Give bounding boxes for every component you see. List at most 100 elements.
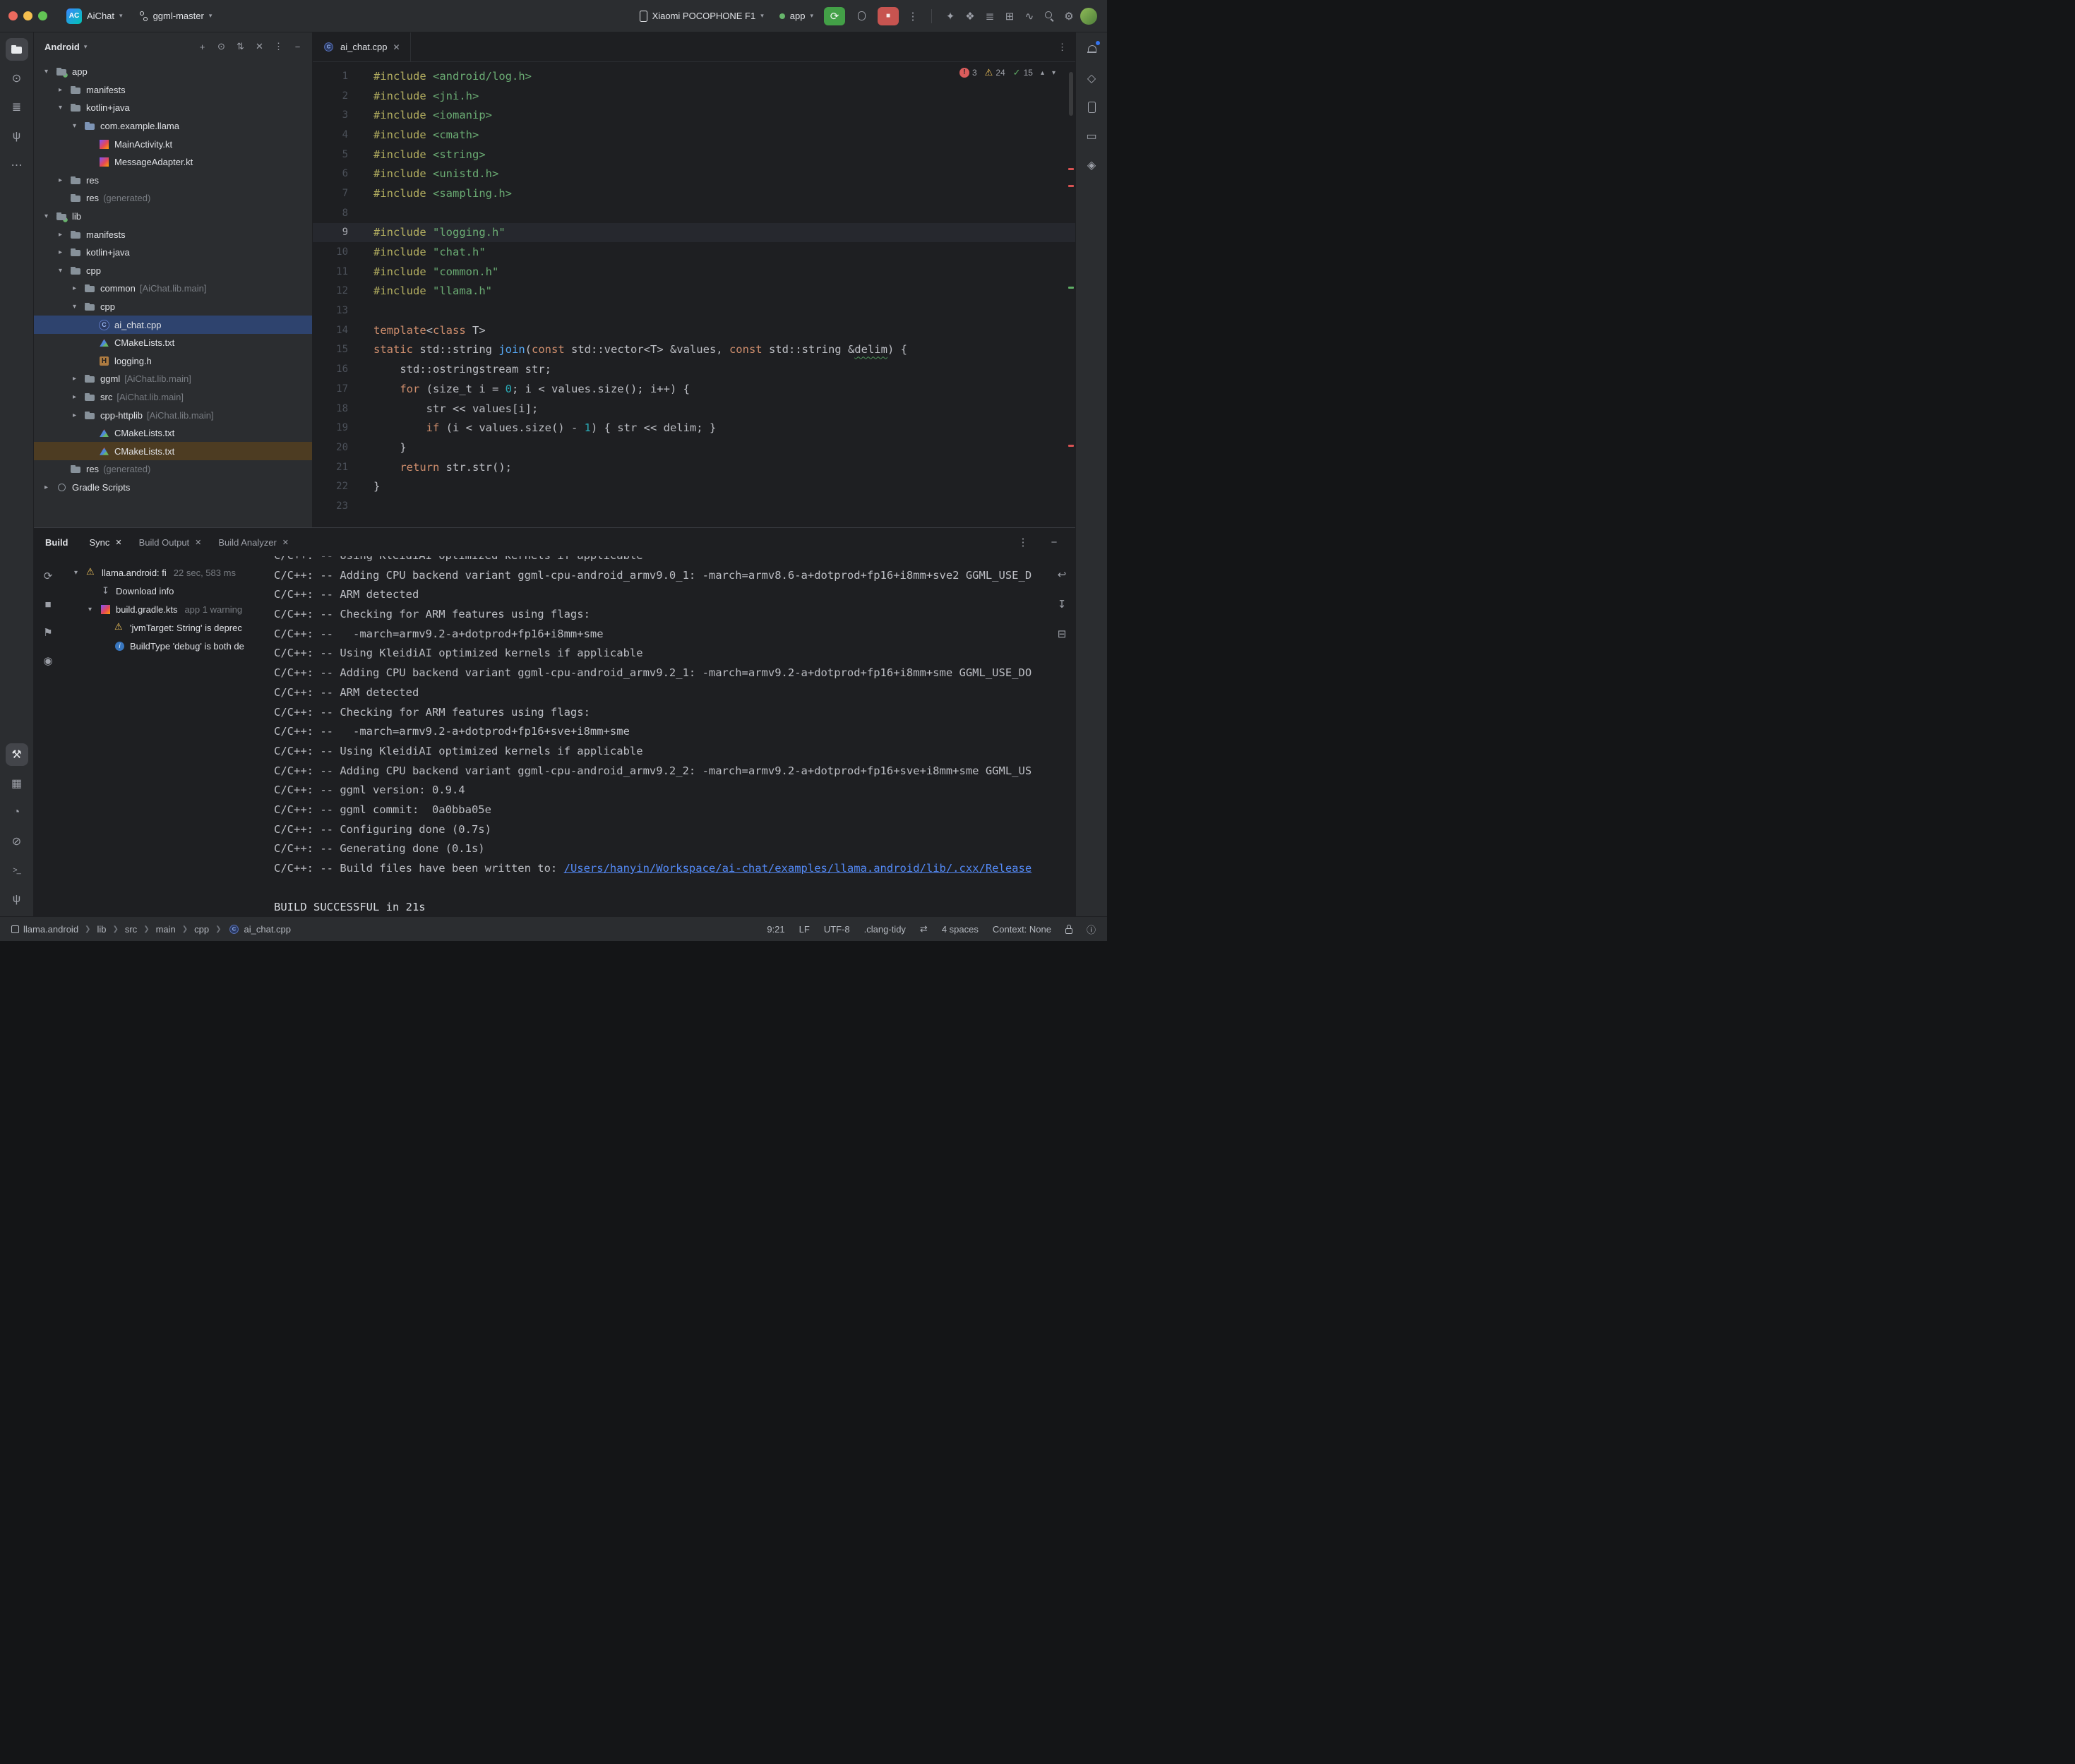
running-devices-icon[interactable]: ▭ xyxy=(1080,125,1103,148)
build-tab-sync[interactable]: Sync✕ xyxy=(83,534,129,551)
tree-item-manifests[interactable]: ▸manifests xyxy=(34,81,312,100)
more-run-actions-icon[interactable]: ⋮ xyxy=(903,6,923,26)
more-options-icon[interactable]: ⋮ xyxy=(1013,532,1033,552)
file-encoding[interactable]: UTF-8 xyxy=(824,924,850,935)
close-tab-icon[interactable]: ✕ xyxy=(393,42,400,52)
tree-item-logging-h[interactable]: logging.h xyxy=(34,352,312,371)
code-editor[interactable]: 1#include <android/log.h>2#include <jni.… xyxy=(313,62,1075,527)
tree-item-messageadapter-kt[interactable]: MessageAdapter.kt xyxy=(34,153,312,172)
caret-position[interactable]: 9:21 xyxy=(767,924,784,935)
collapse-all-icon[interactable]: ✕ xyxy=(251,38,268,56)
scroll-to-end-icon[interactable]: ↧ xyxy=(1052,594,1072,614)
passed-count[interactable]: ✓15 xyxy=(1013,67,1033,78)
project-icon[interactable] xyxy=(6,38,28,61)
build-tree-item-llama-android-fi[interactable]: ▾llama.android: fi22 sec, 583 ms xyxy=(62,563,268,582)
errors-count[interactable]: !3 xyxy=(959,68,977,78)
minimize-window-button[interactable] xyxy=(23,11,32,20)
notifications-icon[interactable] xyxy=(1080,38,1103,61)
build-console[interactable]: C/C++: -- Using KleidiAI optimized kerne… xyxy=(268,556,1048,916)
indent-style-icon[interactable]: ⇄ xyxy=(920,923,928,935)
breadcrumb-llama-android[interactable]: llama.android xyxy=(11,924,78,935)
tree-item-ggml-aichat-lib-main[interactable]: ▸ggml[AiChat.lib.main] xyxy=(34,370,312,388)
chevron-right-icon[interactable]: ▸ xyxy=(41,484,52,491)
inspections-widget-icon[interactable]: ⓘ xyxy=(1087,923,1096,936)
gradle-icon[interactable]: ◇ xyxy=(1080,67,1103,90)
tree-item-cmakelists-txt[interactable]: CMakeLists.txt xyxy=(34,424,312,443)
app-quality-insights-icon[interactable]: ◈ xyxy=(1080,154,1103,176)
hide-panel-icon[interactable]: − xyxy=(289,38,306,56)
build-tree-item-buildtype-debug-is-both-de[interactable]: BuildType 'debug' is both de xyxy=(62,637,268,655)
build-tree-item-download-info[interactable]: Download info xyxy=(62,582,268,600)
run-config-selector[interactable]: app ▾ xyxy=(773,8,820,24)
project-view-selector[interactable]: Android xyxy=(44,42,80,52)
warnings-count[interactable]: ⚠24 xyxy=(985,67,1005,78)
close-tab-icon[interactable]: ✕ xyxy=(282,538,289,547)
pull-requests-icon[interactable]: ψ xyxy=(6,125,28,148)
more-tool-windows-icon[interactable]: ⋯ xyxy=(6,154,28,176)
structure-icon[interactable]: ≣ xyxy=(6,96,28,119)
previous-problem-icon[interactable]: ▴ xyxy=(1041,69,1044,77)
chevron-down-icon[interactable]: ▾ xyxy=(41,212,52,220)
add-icon[interactable]: + xyxy=(193,38,211,56)
line-separator[interactable]: LF xyxy=(799,924,810,935)
problems-icon[interactable]: ⊘ xyxy=(6,830,28,853)
soft-wrap-icon[interactable]: ↩ xyxy=(1052,565,1072,584)
chevron-right-icon[interactable]: ▸ xyxy=(69,375,80,383)
rerun-button[interactable]: ⟳ xyxy=(824,7,845,25)
stop-build-icon[interactable]: ■ xyxy=(38,594,58,614)
chevron-down-icon[interactable]: ▾ xyxy=(85,606,95,613)
tree-item-ai-chat-cpp[interactable]: ai_chat.cpp xyxy=(34,316,312,334)
code-with-me-icon[interactable]: ❖ xyxy=(960,6,980,26)
close-tab-icon[interactable]: ✕ xyxy=(115,538,121,547)
build-tree-item-build-gradle-kts[interactable]: ▾build.gradle.ktsapp 1 warning xyxy=(62,600,268,618)
tree-item-kotlin-java[interactable]: ▸kotlin+java xyxy=(34,244,312,262)
build-tree-item-jvmtarget-string-is-deprec[interactable]: 'jvmTarget: String' is deprec xyxy=(62,618,268,637)
build-icon[interactable]: ⚒ xyxy=(6,743,28,766)
more-options-icon[interactable]: ⋮ xyxy=(270,38,287,56)
chevron-right-icon[interactable]: ▸ xyxy=(69,284,80,292)
task-list-icon[interactable]: ≣ xyxy=(980,6,1000,26)
project-selector[interactable]: AC AiChat ▾ xyxy=(60,6,129,27)
breadcrumb-cpp[interactable]: cpp xyxy=(194,924,209,935)
stop-button[interactable]: ■ xyxy=(878,7,899,25)
rerun-build-icon[interactable]: ⟳ xyxy=(38,566,58,586)
tree-item-cpp-httplib-aichat-lib-main[interactable]: ▸cpp-httplib[AiChat.lib.main] xyxy=(34,406,312,424)
clear-console-icon[interactable]: ⊟ xyxy=(1052,624,1072,644)
tree-item-gradle-scripts[interactable]: ▸Gradle Scripts xyxy=(34,479,312,497)
chevron-down-icon[interactable]: ▾ xyxy=(69,303,80,311)
inspections-widget[interactable]: !3 ⚠24 ✓15 ▴ ▾ xyxy=(959,67,1056,78)
commit-icon[interactable]: ⊙ xyxy=(6,67,28,90)
profile-avatar[interactable] xyxy=(1079,6,1099,26)
clang-tidy[interactable]: .clang-tidy xyxy=(864,924,906,935)
ai-actions-icon[interactable]: ✦ xyxy=(940,6,960,26)
locate-file-icon[interactable]: ⊙ xyxy=(213,38,230,56)
tree-item-res-generated[interactable]: res(generated) xyxy=(34,189,312,208)
chevron-right-icon[interactable]: ▸ xyxy=(69,393,80,401)
device-explorer-icon[interactable] xyxy=(1080,96,1103,119)
tree-item-kotlin-java[interactable]: ▾kotlin+java xyxy=(34,99,312,117)
tree-item-common-aichat-lib-main[interactable]: ▸common[AiChat.lib.main] xyxy=(34,280,312,298)
breadcrumb-lib[interactable]: lib xyxy=(97,924,106,935)
device-manager-icon[interactable]: ▦ xyxy=(6,772,28,795)
chevron-down-icon[interactable]: ▾ xyxy=(55,267,66,275)
next-problem-icon[interactable]: ▾ xyxy=(1052,69,1056,77)
profiler-icon[interactable]: ◔ xyxy=(6,801,28,824)
breadcrumb-main[interactable]: main xyxy=(156,924,176,935)
hide-panel-icon[interactable]: − xyxy=(1044,532,1064,552)
tree-item-manifests[interactable]: ▸manifests xyxy=(34,225,312,244)
chevron-down-icon[interactable]: ▾ xyxy=(41,68,52,76)
expand-all-icon[interactable]: ⇅ xyxy=(232,38,249,56)
chevron-right-icon[interactable]: ▸ xyxy=(55,248,66,256)
tree-item-lib[interactable]: ▾lib xyxy=(34,208,312,226)
tree-item-mainactivity-kt[interactable]: MainActivity.kt xyxy=(34,135,312,153)
tree-item-res-generated[interactable]: res(generated) xyxy=(34,460,312,479)
console-file-link[interactable]: /Users/hanyin/Workspace/ai-chat/examples… xyxy=(564,862,1032,875)
tree-item-app[interactable]: ▾app xyxy=(34,63,312,81)
tree-item-cmakelists-txt[interactable]: CMakeLists.txt xyxy=(34,442,312,460)
remote-dev-icon[interactable]: ∿ xyxy=(1019,6,1039,26)
tree-item-cpp[interactable]: ▾cpp xyxy=(34,298,312,316)
chevron-down-icon[interactable]: ▾ xyxy=(71,569,81,577)
build-tab-build-analyzer[interactable]: Build Analyzer✕ xyxy=(211,534,296,551)
zoom-window-button[interactable] xyxy=(38,11,47,20)
tree-item-cpp[interactable]: ▾cpp xyxy=(34,262,312,280)
